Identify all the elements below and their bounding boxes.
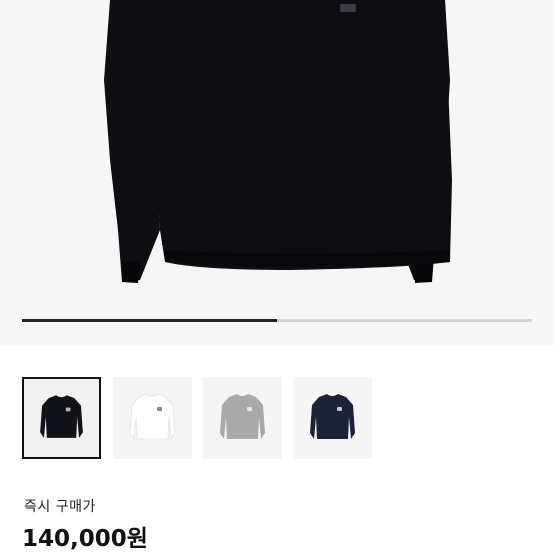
sweater-black-thumbnail-image xyxy=(40,395,83,438)
thumbnail-navy[interactable] xyxy=(293,377,372,459)
thumbnail-black[interactable] xyxy=(22,377,101,459)
image-scroll-indicator[interactable] xyxy=(22,319,532,322)
thumbnail-list xyxy=(22,377,532,459)
sweater-image xyxy=(104,0,452,283)
sweater-grey-thumbnail-image xyxy=(220,394,265,439)
thumbnail-grey[interactable] xyxy=(203,377,282,459)
image-scroll-indicator-fill xyxy=(22,319,277,322)
product-price: 140,000원 xyxy=(22,526,148,552)
sweater-navy-thumbnail-image xyxy=(310,394,355,439)
sweater-white-thumbnail-image xyxy=(129,393,176,441)
product-main-image[interactable] xyxy=(0,0,554,346)
thumbnail-white[interactable] xyxy=(113,377,192,459)
instant-purchase-label: 즉시 구매가 xyxy=(24,499,96,515)
